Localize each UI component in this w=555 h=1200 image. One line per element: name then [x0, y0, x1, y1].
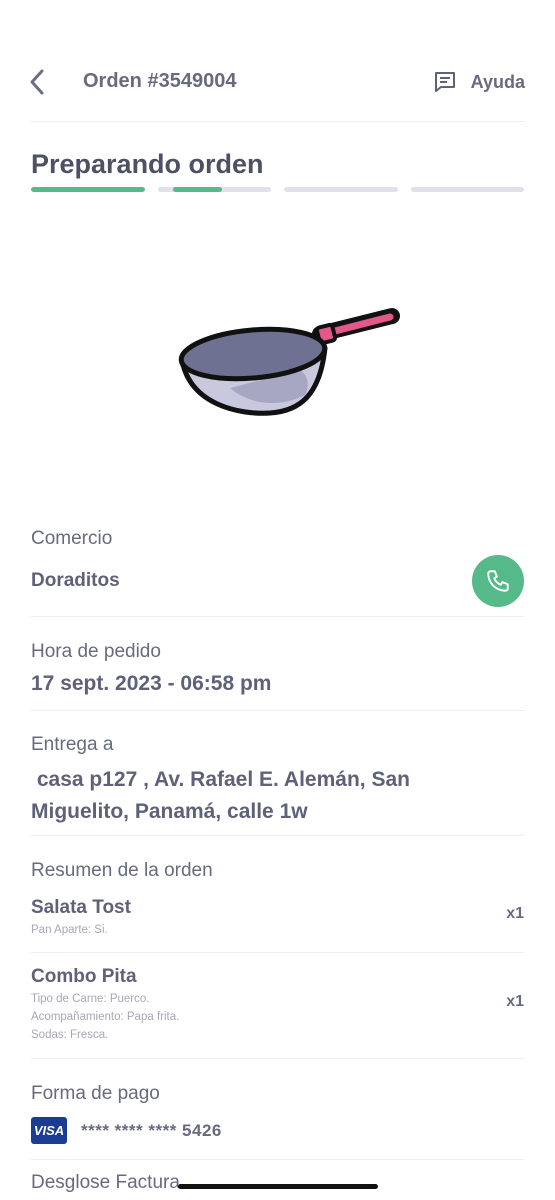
order-time-label: Hora de pedido	[31, 641, 161, 662]
item-name: Salata Tost	[31, 897, 131, 918]
delivery-label: Entrega a	[31, 734, 114, 755]
status-title: Preparando orden	[31, 149, 264, 179]
call-merchant-button[interactable]	[472, 555, 524, 607]
help-label: Ayuda	[470, 71, 525, 92]
divider	[31, 710, 524, 711]
order-summary-label: Resumen de la orden	[31, 860, 213, 881]
delivery-address-line-1: casa p127 , Av. Rafael E. Alemán, San	[31, 768, 410, 791]
order-progress-bar	[31, 187, 524, 193]
header-divider	[31, 121, 524, 122]
invoice-label: Desglose Factura	[31, 1172, 180, 1193]
header: Orden #3549004 Ayuda	[0, 60, 555, 104]
divider	[31, 616, 524, 617]
payment-label: Forma de pago	[31, 1083, 160, 1104]
help-button[interactable]: Ayuda	[433, 66, 525, 98]
item-quantity: x1	[506, 905, 524, 922]
payment-section: Forma de pago VISA **** **** **** 5426	[31, 1083, 524, 1144]
progress-step-4	[410, 187, 524, 192]
item-quantity: x1	[506, 993, 524, 1010]
divider	[31, 835, 524, 836]
delivery-address-line-2: Miguelito, Panamá, calle 1w	[31, 800, 308, 823]
item-detail: Acompañamiento: Papa frita.	[31, 1011, 180, 1023]
item-detail: Sodas: Fresca.	[31, 1029, 109, 1041]
progress-step-3	[284, 187, 398, 192]
progress-step-1	[31, 187, 145, 192]
item-detail: Tipo de Carne: Puerco.	[31, 993, 150, 1005]
visa-logo: VISA	[31, 1117, 67, 1144]
order-time-section: Hora de pedido 17 sept. 2023 - 06:58 pm	[31, 641, 524, 696]
item-detail: Pan Aparte: Si.	[31, 924, 108, 936]
progress-step-2	[157, 187, 271, 192]
merchant-section: Comercio Doraditos	[31, 528, 524, 592]
divider	[31, 1159, 524, 1160]
order-title: Orden #3549004	[83, 70, 237, 92]
frying-pan-icon	[178, 308, 400, 416]
order-time-value: 17 sept. 2023 - 06:58 pm	[31, 672, 272, 695]
back-button[interactable]	[22, 64, 52, 100]
item-name: Combo Pita	[31, 966, 137, 987]
list-item: Salata Tost Pan Aparte: Si. x1	[31, 897, 524, 939]
card-number: **** **** **** 5426	[81, 1120, 222, 1140]
payment-card: VISA **** **** **** 5426	[31, 1117, 524, 1144]
divider	[31, 952, 524, 953]
merchant-label: Comercio	[31, 528, 113, 549]
chevron-left-icon	[30, 69, 44, 95]
delivery-section: Entrega a casa p127 , Av. Rafael E. Alem…	[31, 734, 524, 828]
order-summary-section: Resumen de la orden	[31, 860, 524, 882]
home-indicator[interactable]	[178, 1184, 378, 1189]
phone-icon	[487, 570, 509, 592]
chat-icon	[434, 72, 455, 92]
invoice-section[interactable]: Desglose Factura	[31, 1172, 524, 1194]
divider	[31, 1058, 524, 1059]
list-item: Combo Pita Tipo de Carne: Puerco. Acompa…	[31, 966, 524, 1044]
merchant-name: Doraditos	[31, 570, 120, 591]
